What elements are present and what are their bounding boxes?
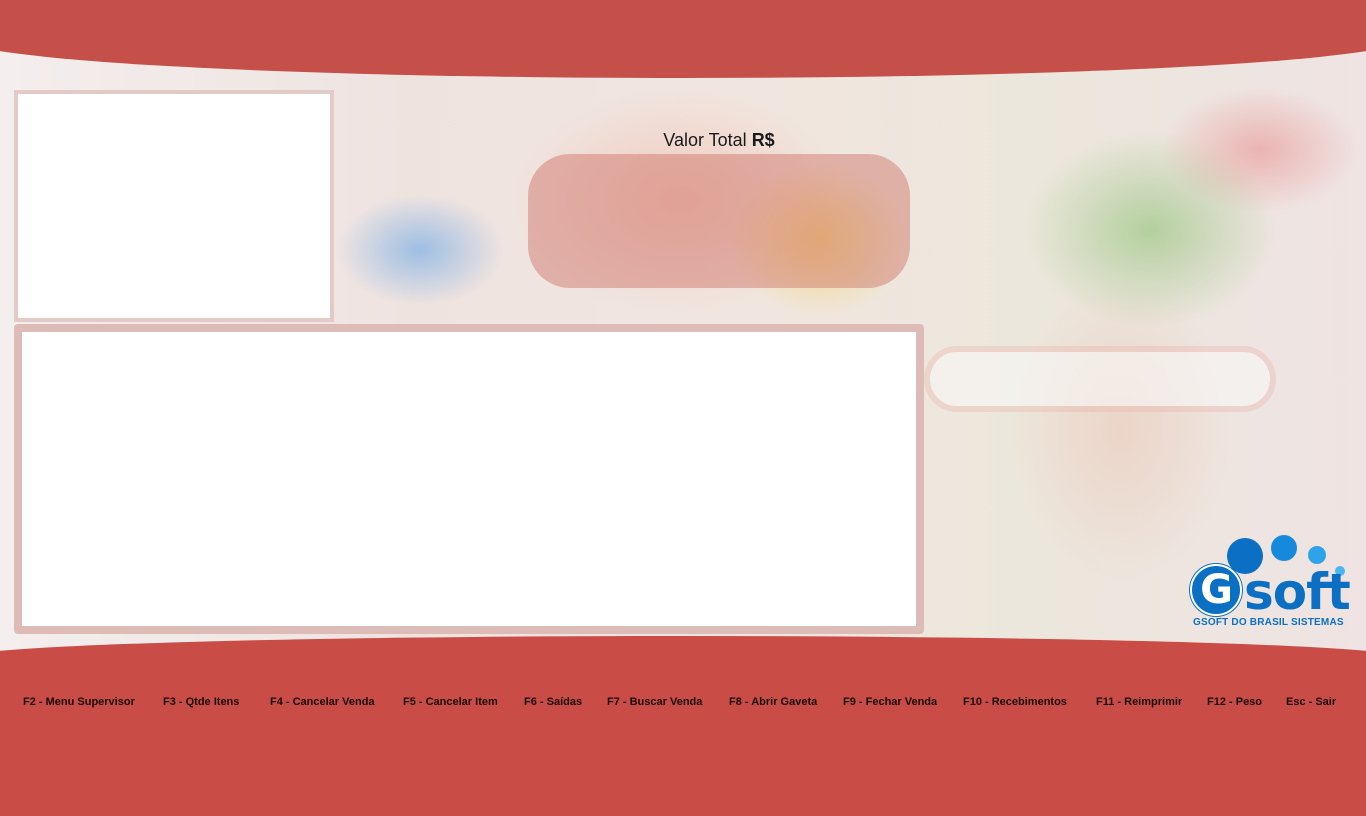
logo-wordmark: Gsoft — [1190, 563, 1351, 621]
fkey-f10-recebimentos[interactable]: F10 - Recebimentos — [963, 696, 1067, 708]
total-label-text: Valor Total — [663, 130, 747, 150]
function-keys-bar: F2 - Menu Supervisor F3 - Qtde Itens F4 … — [0, 696, 1366, 714]
logo-g-letter: G — [1190, 564, 1242, 616]
fkey-f5-cancelar-item[interactable]: F5 - Cancelar Item — [403, 696, 498, 708]
bottom-band — [0, 636, 1366, 816]
fkey-f11-reimprimir[interactable]: F11 - Reimprimir — [1096, 696, 1182, 708]
total-currency: R$ — [751, 130, 775, 150]
fkey-f3-qtde-itens[interactable]: F3 - Qtde Itens — [163, 696, 239, 708]
logo-word: soft — [1244, 563, 1351, 621]
total-label: Valor Total R$ — [528, 130, 910, 151]
fkey-f9-fechar-venda[interactable]: F9 - Fechar Venda — [843, 696, 937, 708]
top-band — [0, 0, 1366, 78]
items-list-panel[interactable] — [14, 324, 924, 634]
total-value-box — [528, 154, 910, 288]
logo-subtitle: GSOFT DO BRASIL SISTEMAS — [1193, 617, 1344, 628]
product-image-panel — [14, 90, 334, 322]
fkey-f7-buscar-venda[interactable]: F7 - Buscar Venda — [607, 696, 702, 708]
cart-handle-decoration — [930, 352, 1270, 406]
fkey-f12-peso[interactable]: F12 - Peso — [1207, 696, 1262, 708]
fkey-f4-cancelar-venda[interactable]: F4 - Cancelar Venda — [270, 696, 375, 708]
fkey-f2-menu-supervisor[interactable]: F2 - Menu Supervisor — [23, 696, 135, 708]
fkey-esc-sair[interactable]: Esc - Sair — [1286, 696, 1336, 708]
fkey-f8-abrir-gaveta[interactable]: F8 - Abrir Gaveta — [729, 696, 817, 708]
fkey-f6-saidas[interactable]: F6 - Saídas — [524, 696, 582, 708]
